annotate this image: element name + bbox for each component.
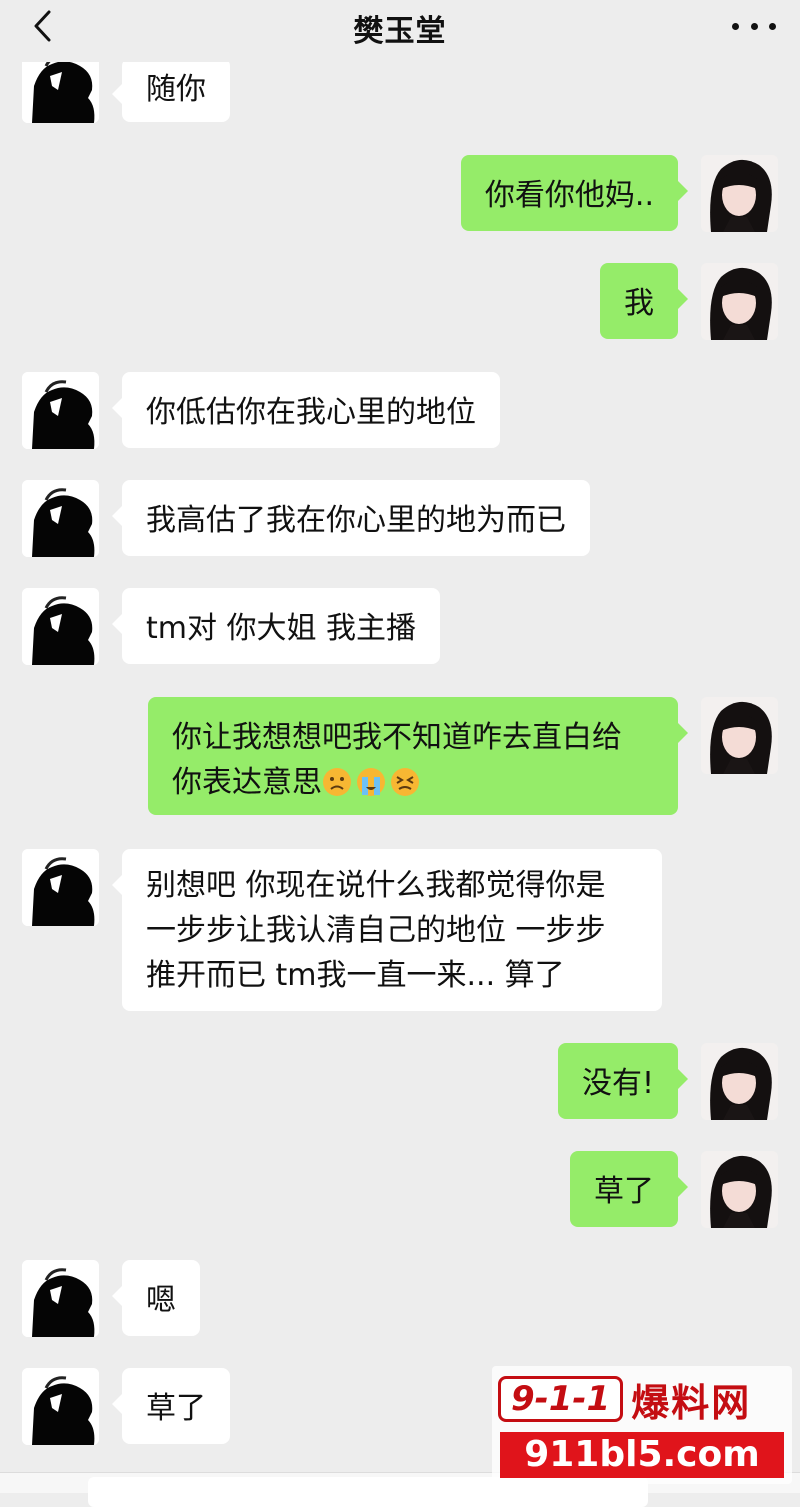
message-text: 我 bbox=[624, 286, 654, 321]
watermark-badge: 9-1-1 bbox=[498, 1376, 624, 1422]
self-avatar[interactable] bbox=[701, 697, 778, 774]
message-text-line: 你表达意思 bbox=[172, 760, 654, 805]
message-bubble[interactable]: tm对 你大姐 我主播 bbox=[111, 588, 441, 664]
contact-avatar[interactable] bbox=[22, 480, 99, 557]
ellipsis-icon bbox=[732, 22, 776, 30]
contact-avatar[interactable] bbox=[22, 1368, 99, 1445]
self-avatar[interactable] bbox=[701, 155, 778, 232]
message-text: tm对 你大姐 我主播 bbox=[146, 611, 417, 646]
message-bubble[interactable]: 你低估你在我心里的地位 bbox=[112, 372, 500, 448]
message-text: 随你 bbox=[146, 72, 206, 107]
message-text: 没有! bbox=[581, 1066, 654, 1101]
message-bubble[interactable]: 别想吧 你现在说什么我都觉得你是 一步步让我认清自己的地位 一步步 推开而已 t… bbox=[112, 849, 662, 1011]
crying-face-emoji bbox=[357, 768, 385, 796]
contact-avatar[interactable] bbox=[22, 372, 99, 449]
message-text: 推开而已 tm我一直一来... 算了 bbox=[146, 958, 565, 993]
more-options-button[interactable] bbox=[732, 12, 776, 40]
message-text: 你低估你在我心里的地位 bbox=[146, 395, 476, 430]
contact-avatar[interactable] bbox=[22, 849, 99, 926]
message-bubble[interactable]: 随你 bbox=[112, 58, 230, 122]
message-bubble[interactable]: 你看你他妈.. bbox=[460, 155, 689, 231]
watermark-name: 爆料网 bbox=[631, 1380, 752, 1425]
self-avatar[interactable] bbox=[701, 1043, 778, 1120]
page-title: 樊玉堂 bbox=[353, 14, 447, 49]
message-bubble[interactable]: 你让我想想吧我不知道咋去直白给 你表达意思 bbox=[148, 697, 688, 815]
chat-header: 樊玉堂 bbox=[0, 0, 800, 62]
message-text: 你表达意思 bbox=[172, 765, 322, 800]
self-avatar[interactable] bbox=[701, 1151, 778, 1228]
frowning-face-emoji bbox=[323, 768, 351, 796]
message-bubble[interactable]: 没有! bbox=[557, 1043, 689, 1119]
contact-avatar[interactable] bbox=[22, 588, 99, 665]
message-text: 草了 bbox=[146, 1391, 206, 1426]
contact-avatar[interactable] bbox=[22, 1260, 99, 1337]
message-text: 别想吧 你现在说什么我都觉得你是 bbox=[146, 868, 606, 903]
message-bubble[interactable]: 草了 bbox=[570, 1151, 688, 1227]
persevering-face-emoji bbox=[391, 768, 419, 796]
message-text: 你看你他妈.. bbox=[484, 178, 654, 213]
message-bubble[interactable]: 嗯 bbox=[112, 1260, 200, 1336]
watermark: 9-1-1 爆料网 911bl5.com bbox=[492, 1366, 792, 1484]
message-bubble[interactable]: 我 bbox=[600, 263, 688, 339]
watermark-url: 911bl5.com bbox=[500, 1432, 784, 1478]
message-bubble[interactable]: 我高估了我在你心里的地为而已 bbox=[112, 480, 590, 556]
watermark-logo: 9-1-1 爆料网 bbox=[498, 1374, 786, 1425]
message-text: 嗯 bbox=[146, 1283, 176, 1318]
self-avatar[interactable] bbox=[701, 263, 778, 340]
message-bubble[interactable]: 草了 bbox=[112, 1368, 230, 1444]
message-text: 你让我想想吧我不知道咋去直白给 bbox=[172, 720, 622, 755]
chat-area: 随你 你看你他妈.. 我 你低估你在我心里的地位 我高估了我在你心里的地为而已 … bbox=[0, 0, 800, 1492]
message-text: 我高估了我在你心里的地为而已 bbox=[146, 503, 566, 538]
message-text: 草了 bbox=[594, 1174, 654, 1209]
message-text: 一步步让我认清自己的地位 一步步 bbox=[146, 913, 606, 948]
